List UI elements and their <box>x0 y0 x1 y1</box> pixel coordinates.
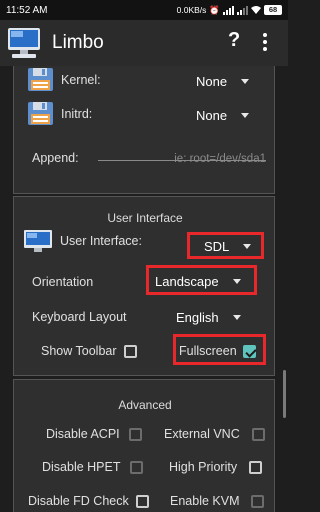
show-toolbar-label: Show Toolbar <box>41 344 117 358</box>
battery-icon: 68 <box>264 5 282 15</box>
adv-option-high-priority: High Priority <box>169 460 263 474</box>
show-toolbar-row: Show Toolbar <box>41 344 137 358</box>
user-interface-panel: User Interface User Interface: SDL Orien… <box>13 196 275 376</box>
user-interface-label: User Interface: <box>60 234 142 248</box>
dropdown-arrow-icon <box>232 315 241 320</box>
orientation-value: Landscape <box>155 274 219 289</box>
adv-option-disable-fd-check: Disable FD Check <box>28 494 149 508</box>
disable-fd-check-label: Disable FD Check <box>28 494 129 508</box>
high-priority-label: High Priority <box>169 460 238 474</box>
append-underline <box>98 160 266 161</box>
fullscreen-row: Fullscreen <box>179 344 256 358</box>
kernel-value: None <box>196 74 228 89</box>
disable-acpi-label: Disable ACPI <box>46 427 120 441</box>
keyboard-layout-label: Keyboard Layout <box>32 310 127 324</box>
orientation-dropdown[interactable]: Landscape <box>155 274 241 289</box>
status-icons: 0.0KB/s ⏰ 68 <box>177 5 282 16</box>
append-input[interactable]: ie: root=/dev/sda1 <box>14 153 266 165</box>
user-interface-value: SDL <box>204 239 230 254</box>
network-speed: 0.0KB/s <box>176 5 207 15</box>
enable-kvm-checkbox[interactable] <box>251 494 265 508</box>
fullscreen-checkbox[interactable] <box>242 344 256 358</box>
app-title: Limbo <box>52 32 104 53</box>
dropdown-arrow-icon <box>232 279 241 284</box>
keyboard-layout-dropdown[interactable]: English <box>176 310 241 325</box>
dropdown-arrow-icon <box>241 79 250 84</box>
overflow-menu-icon[interactable] <box>263 33 267 51</box>
status-bar: 11:52 AM 0.0KB/s ⏰ 68 <box>0 0 288 20</box>
floppy-disk-icon <box>28 102 53 125</box>
initrd-dropdown[interactable]: None <box>196 108 250 123</box>
disable-hpet-label: Disable HPET <box>42 460 121 474</box>
disable-fd-check-checkbox[interactable] <box>135 494 149 508</box>
section-title-advanced: Advanced <box>118 398 172 412</box>
external-vnc-checkbox[interactable] <box>251 427 265 441</box>
kernel-row: Kernel: <box>28 68 101 91</box>
advanced-panel: Advanced Disable ACPI External VNC Disab… <box>13 379 275 512</box>
external-vnc-label: External VNC <box>164 427 240 441</box>
orientation-label: Orientation <box>32 275 94 289</box>
fullscreen-label: Fullscreen <box>179 344 237 358</box>
adv-option-disable-acpi: Disable ACPI <box>46 427 142 441</box>
adv-option-external-vnc: External VNC <box>164 427 265 441</box>
high-priority-checkbox[interactable] <box>249 460 263 474</box>
orientation-row: Orientation <box>32 275 93 289</box>
floppy-disk-icon <box>28 68 53 91</box>
signal-icon <box>223 5 234 15</box>
keyboard-layout-value: English <box>176 310 219 325</box>
status-time: 11:52 AM <box>6 4 48 16</box>
wifi-icon <box>251 6 261 14</box>
disable-acpi-checkbox[interactable] <box>128 427 142 441</box>
signal-icon-2 <box>237 5 248 15</box>
monitor-icon <box>24 230 52 252</box>
dropdown-arrow-icon <box>243 244 252 249</box>
user-interface-dropdown[interactable]: SDL <box>204 239 252 254</box>
scrollbar-thumb[interactable] <box>283 370 286 418</box>
kernel-label: Kernel: <box>61 72 101 87</box>
dropdown-arrow-icon <box>241 113 250 118</box>
adv-option-disable-hpet: Disable HPET <box>42 460 143 474</box>
app-bar: Limbo ? <box>0 20 288 66</box>
computer-logo-icon <box>8 28 40 58</box>
alarm-icon: ⏰ <box>209 4 220 15</box>
section-title-user-interface: User Interface <box>107 211 183 225</box>
show-toolbar-checkbox[interactable] <box>123 344 137 358</box>
keyboard-layout-row: Keyboard Layout <box>32 310 127 324</box>
kernel-dropdown[interactable]: None <box>196 74 250 89</box>
initrd-value: None <box>196 108 228 123</box>
initrd-row: Initrd: <box>28 102 92 125</box>
boot-files-panel: Kernel: None Initrd: None Append: ie: ro… <box>13 66 275 194</box>
enable-kvm-label: Enable KVM <box>170 494 240 508</box>
adv-option-enable-kvm: Enable KVM <box>170 494 265 508</box>
help-button[interactable]: ? <box>228 29 240 52</box>
user-interface-row: User Interface: <box>24 230 142 252</box>
disable-hpet-checkbox[interactable] <box>129 460 143 474</box>
initrd-label: Initrd: <box>61 106 93 121</box>
